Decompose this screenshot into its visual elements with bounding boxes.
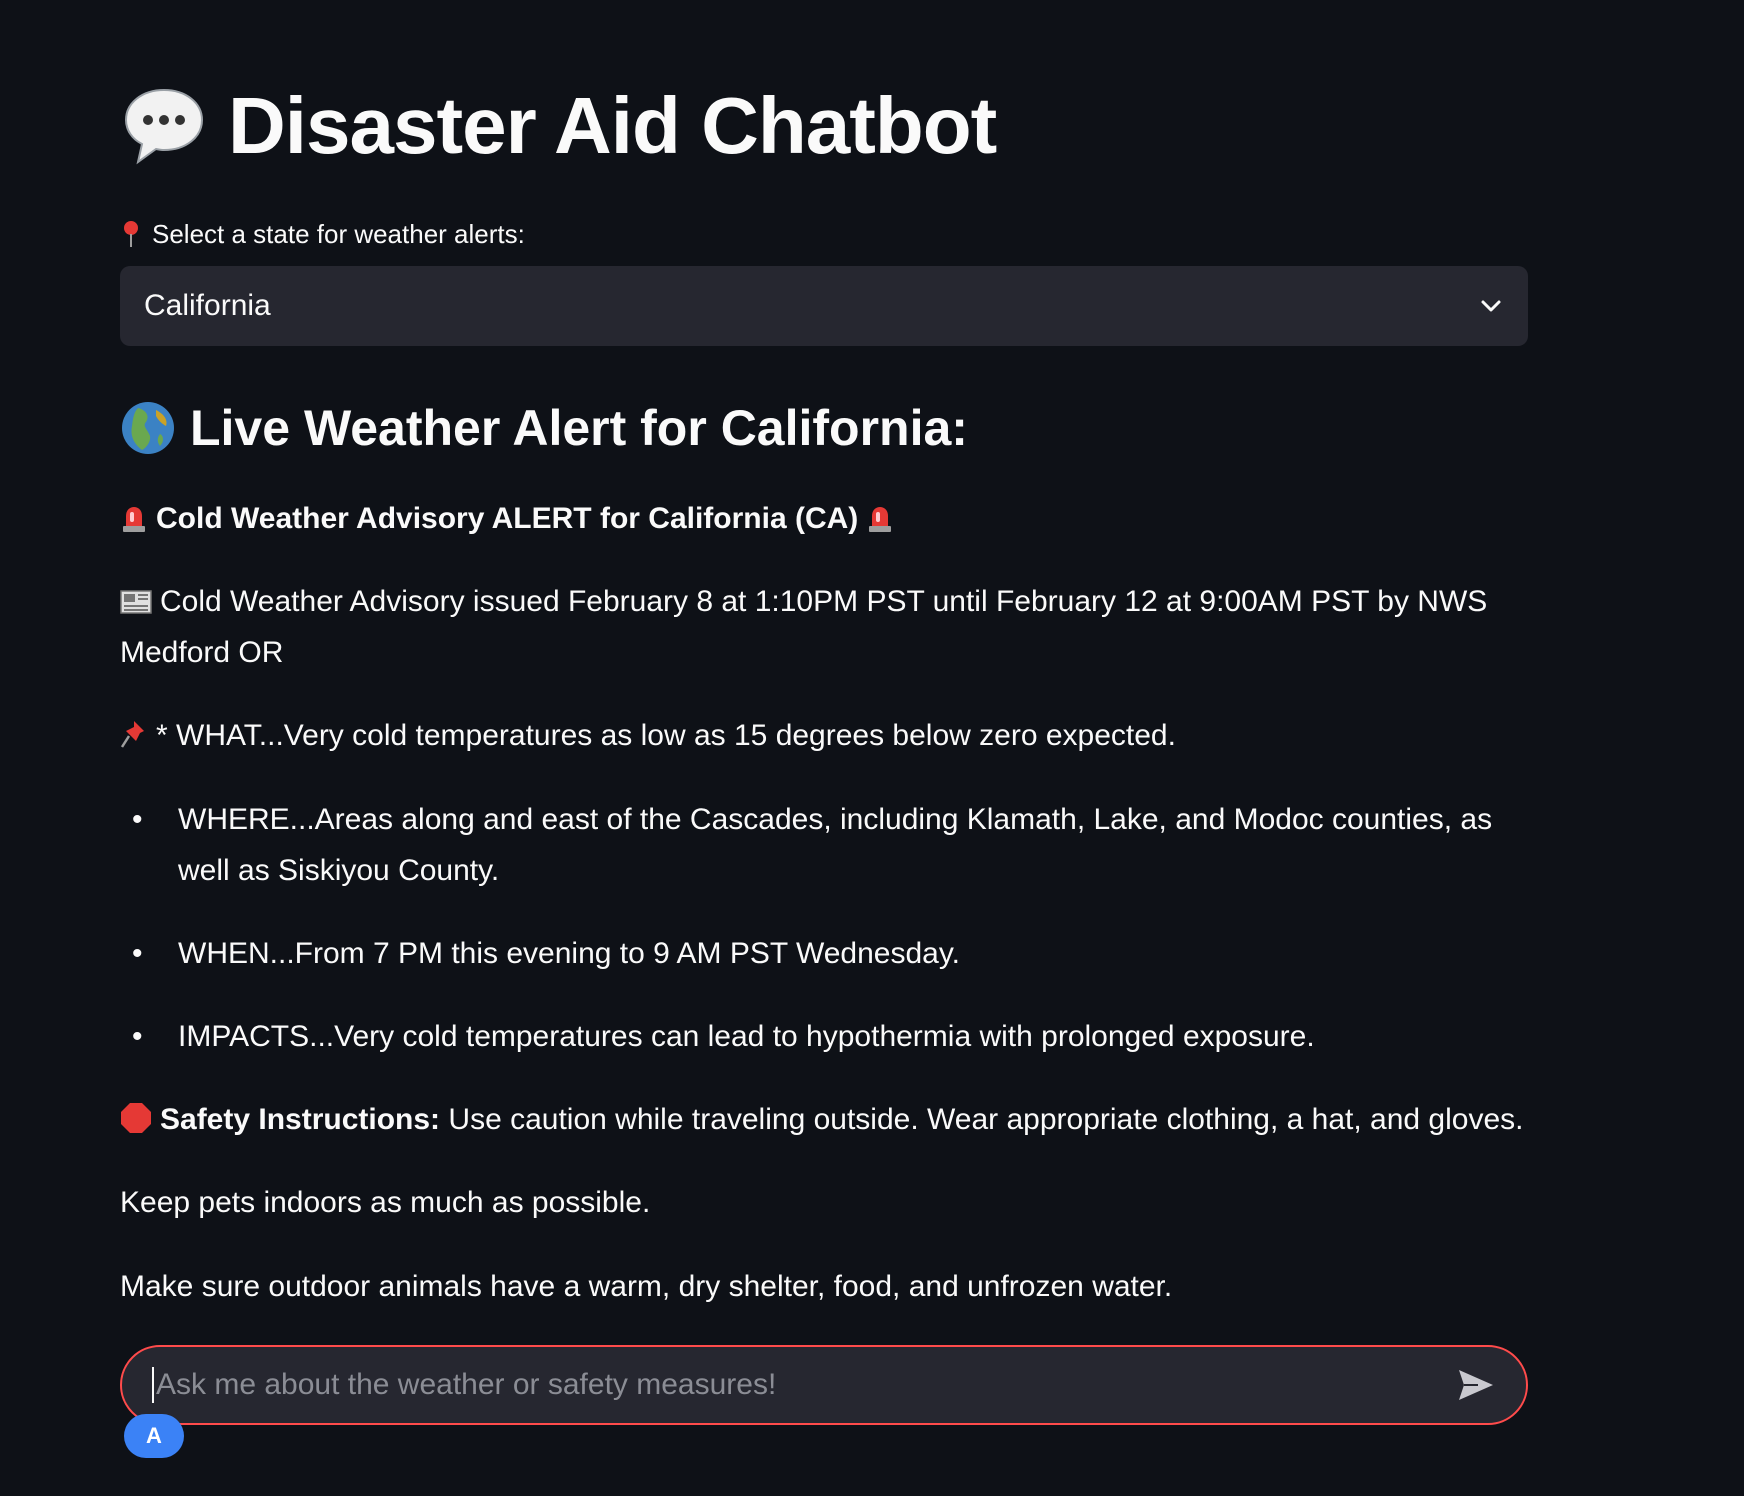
app-title: Disaster Aid Chatbot — [228, 81, 997, 170]
siren-icon — [869, 507, 892, 532]
alert-title: Cold Weather Advisory ALERT for Californ… — [120, 494, 894, 544]
state-select-label: Select a state for weather alerts: — [120, 218, 525, 250]
safety-label: Safety Instructions: — [160, 1103, 441, 1136]
alert-issued-text: Cold Weather Advisory issued February 8 … — [120, 585, 1488, 669]
alert-issued-paragraph: Cold Weather Advisory issued February 8 … — [120, 576, 1528, 678]
send-icon[interactable] — [1456, 1365, 1496, 1405]
list-item-text: WHEN...From 7 PM this evening to 9 AM PS… — [178, 937, 960, 970]
chevron-down-icon[interactable] — [1478, 293, 1504, 319]
bullet-dot: • — [132, 937, 143, 970]
alert-title-text: Cold Weather Advisory ALERT for Californ… — [156, 502, 859, 535]
siren-icon — [123, 507, 145, 532]
list-item: • IMPACTS...Very cold temperatures can l… — [120, 1011, 1528, 1062]
round-pushpin-icon — [124, 221, 138, 247]
state-select-label-text: Select a state for weather alerts: — [152, 218, 525, 249]
list-item-text: WHERE...Areas along and east of the Casc… — [178, 803, 1493, 887]
stop-sign-icon — [121, 1103, 151, 1133]
chat-input[interactable] — [152, 1367, 1456, 1403]
alert-what-paragraph: * WHAT...Very cold temperatures as low a… — [120, 710, 1528, 761]
chat-input-container[interactable] — [120, 1345, 1528, 1425]
safety-paragraph: Safety Instructions: Use caution while t… — [120, 1094, 1528, 1145]
avatar[interactable]: A — [124, 1414, 184, 1458]
state-select-value: California — [144, 289, 271, 322]
list-item: • WHEN...From 7 PM this evening to 9 AM … — [120, 928, 1528, 979]
app-page: Disaster Aid Chatbot Select a state for … — [0, 0, 1744, 1496]
state-select[interactable]: California — [120, 266, 1528, 346]
alert-heading-text: Live Weather Alert for California: — [190, 400, 968, 456]
speech-bubble-icon — [124, 88, 204, 165]
alert-heading: Live Weather Alert for California: — [120, 396, 968, 460]
extra-line-text: Keep pets indoors as much as possible. — [120, 1186, 651, 1219]
pushpin-icon — [120, 721, 144, 748]
list-item: • WHERE...Areas along and east of the Ca… — [120, 794, 1528, 896]
extra-line-text: Make sure outdoor animals have a warm, d… — [120, 1270, 1173, 1303]
extra-line: Keep pets indoors as much as possible. — [120, 1177, 1528, 1228]
page-title: Disaster Aid Chatbot — [120, 80, 997, 172]
bullet-dot: • — [132, 803, 143, 836]
alert-what-text: * WHAT...Very cold temperatures as low a… — [156, 719, 1176, 752]
safety-text: Use caution while traveling outside. Wea… — [448, 1103, 1524, 1136]
bullet-dot: • — [132, 1020, 143, 1053]
newspaper-icon — [120, 590, 152, 614]
globe-icon — [122, 402, 174, 454]
list-item-text: IMPACTS...Very cold temperatures can lea… — [178, 1020, 1315, 1053]
extra-line: Make sure outdoor animals have a warm, d… — [120, 1261, 1528, 1312]
